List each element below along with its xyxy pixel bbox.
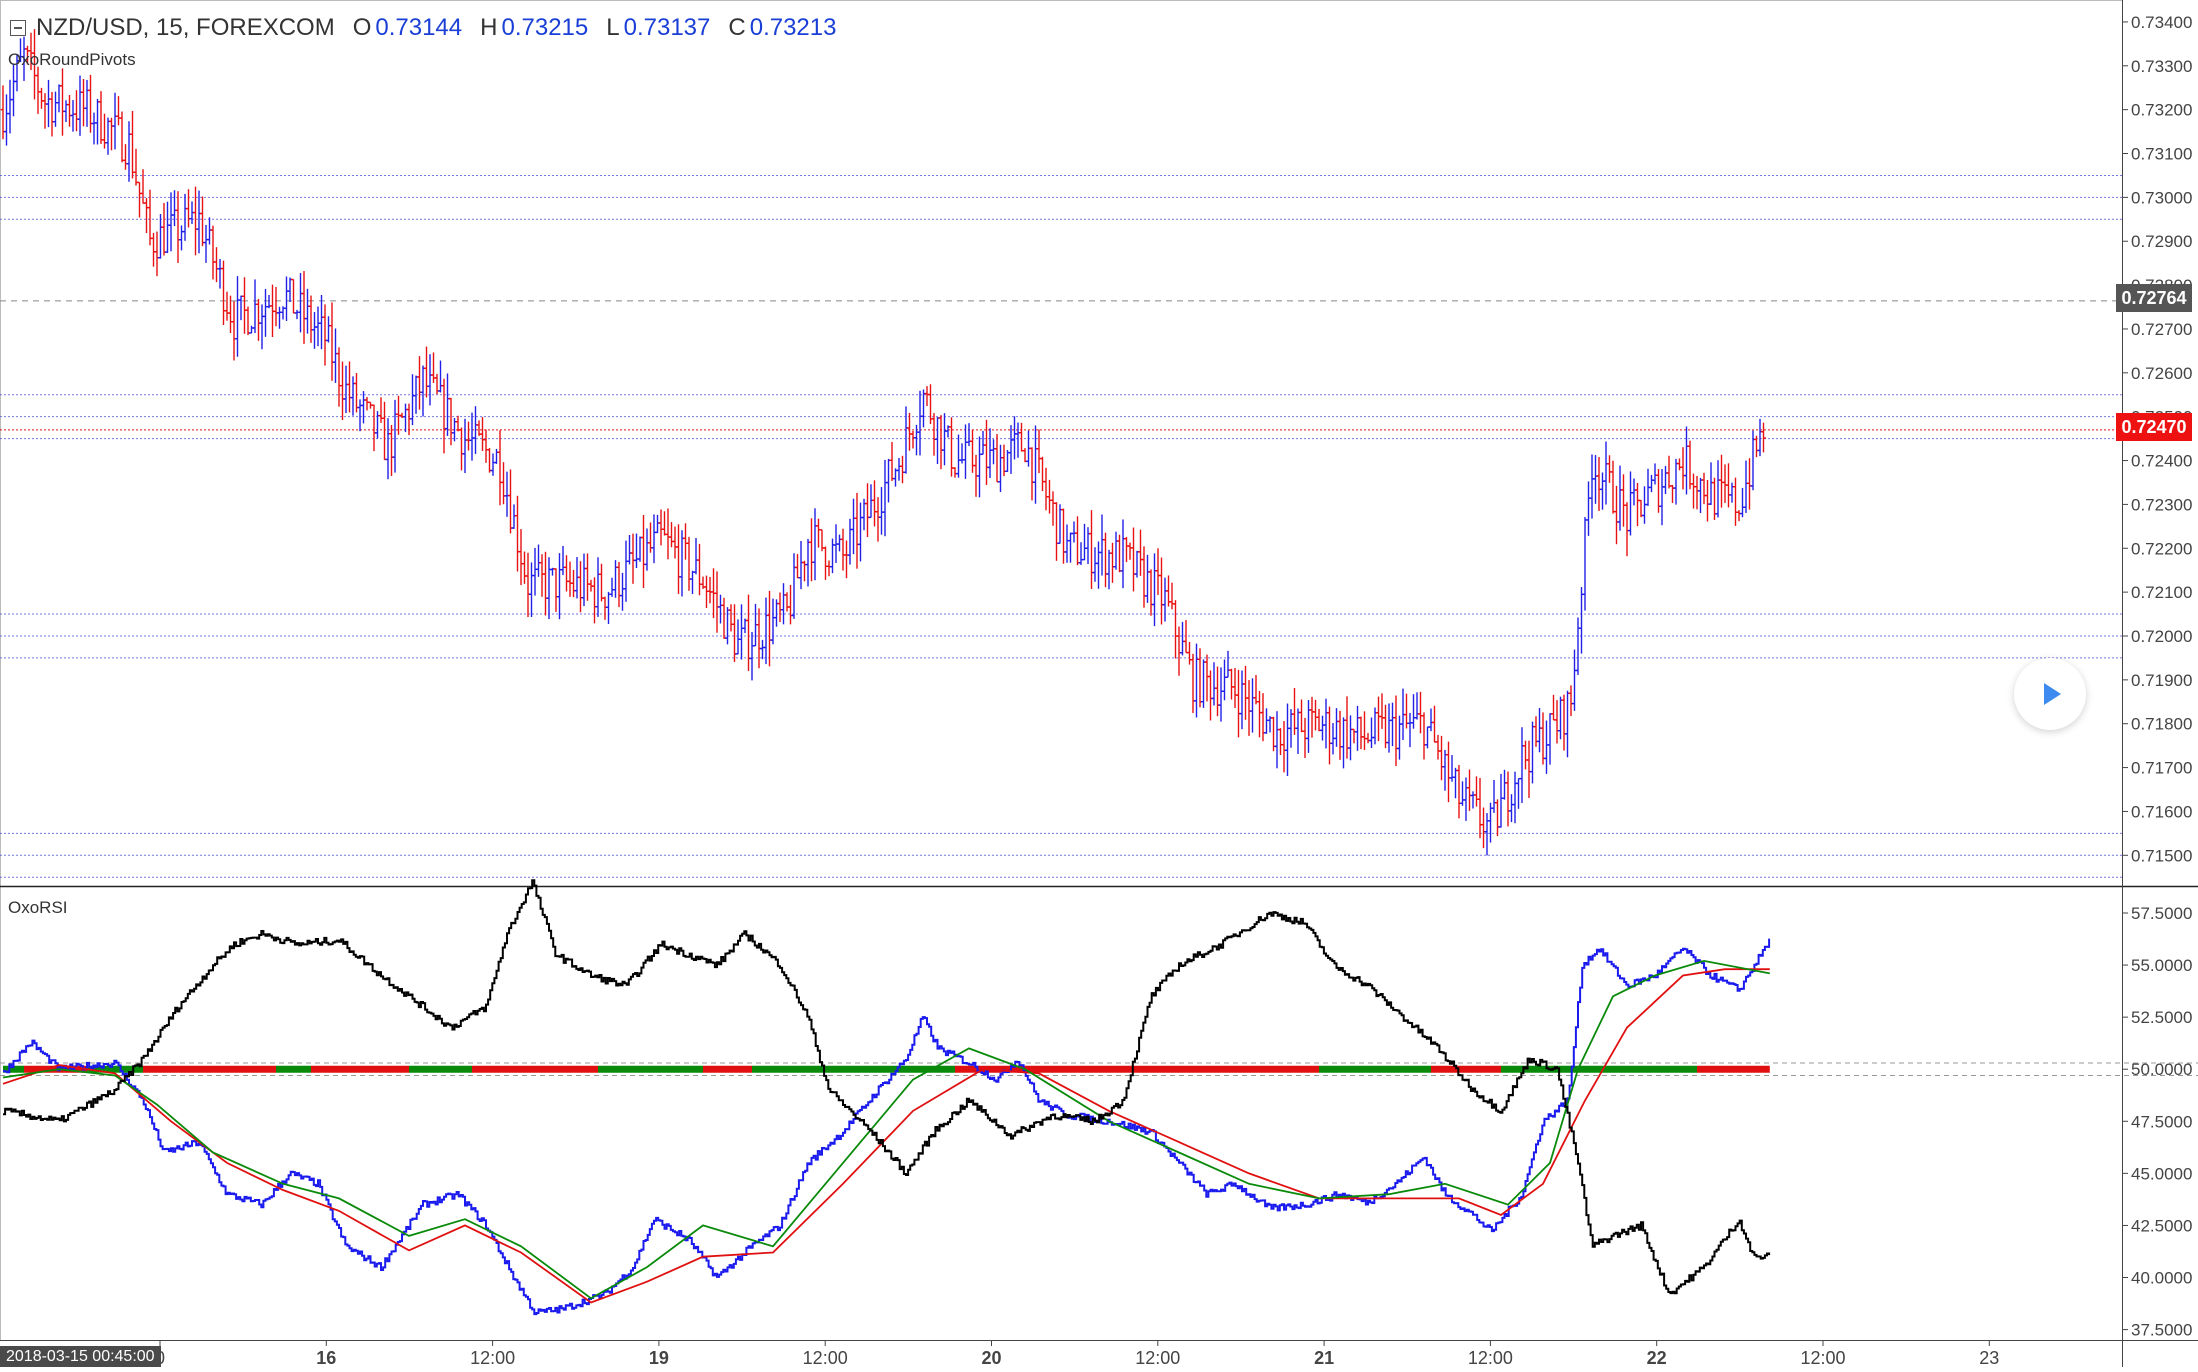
rsi-tick-label: 52.5000 — [2131, 1008, 2192, 1027]
price-tick-label: 0.72600 — [2131, 364, 2192, 383]
price-tick-label: 0.71800 — [2131, 715, 2192, 734]
time-tick-label: 21 — [1314, 1348, 1334, 1367]
price-tick-label: 0.72200 — [2131, 539, 2192, 558]
rsi-tick-label: 55.0000 — [2131, 956, 2192, 975]
time-tick-label: 12:00 — [1135, 1348, 1180, 1367]
rsi-tick-label: 47.5000 — [2131, 1112, 2192, 1131]
current-level-badge: 0.72764 — [2116, 284, 2192, 312]
time-tick-label: 12:00 — [470, 1348, 515, 1367]
price-tick-label: 0.71900 — [2131, 671, 2192, 690]
close-key: C — [728, 14, 746, 41]
time-tick-label: 20 — [981, 1348, 1001, 1367]
price-tick-label: 0.71700 — [2131, 759, 2192, 778]
rsi-series-signal-green — [2, 959, 1770, 1300]
chart-root[interactable]: 0.73400 0.73300 0.73200 0.73100 0.73000 0.729… — [0, 0, 2198, 1368]
play-button[interactable] — [2014, 658, 2086, 730]
price-tick-label: 0.73000 — [2131, 188, 2192, 207]
price-tick-label: 0.73200 — [2131, 101, 2192, 120]
price-tick-label: 0.71600 — [2131, 802, 2192, 821]
time-tick-label: 22 — [1647, 1348, 1667, 1367]
time-tick-label: 12:00 — [1800, 1348, 1845, 1367]
time-tick-label: 16 — [316, 1348, 336, 1367]
price-tick-label: 0.72300 — [2131, 495, 2192, 514]
open-key: O — [352, 14, 372, 41]
rsi-series-rsi — [3, 938, 1771, 1316]
open-value: 0.73144 — [375, 14, 463, 41]
cursor-date-label: 2018-03-15 00:45:00 — [0, 1346, 161, 1367]
play-icon — [2044, 683, 2061, 705]
price-tick-label: 0.73300 — [2131, 57, 2192, 76]
chart-canvas[interactable]: 0.73400 0.73300 0.73200 0.73100 0.73000 0.729… — [0, 0, 2198, 1368]
close-value: 0.73213 — [749, 14, 837, 41]
time-tick-label: 23 — [1979, 1348, 1999, 1367]
rsi-series-signal-red — [2, 968, 1770, 1304]
price-tick-label: 0.72700 — [2131, 320, 2192, 339]
price-tick-label: 0.73400 — [2131, 13, 2192, 32]
low-key: L — [606, 14, 620, 41]
rsi-tick-label: 40.0000 — [2131, 1269, 2192, 1288]
price-tick-label: 0.71500 — [2131, 846, 2192, 865]
symbol-legend: NZD/USD, 15, FOREXCOM O 0.73144 H 0.7321… — [10, 14, 836, 42]
rsi-tick-label: 45.0000 — [2131, 1164, 2192, 1183]
high-key: H — [480, 14, 498, 41]
symbol-name[interactable]: NZD/USD, 15, FOREXCOM — [36, 14, 335, 42]
rsi-series-inverse-black — [3, 879, 1771, 1295]
price-tick-label: 0.72900 — [2131, 232, 2192, 251]
low-value: 0.73137 — [623, 14, 711, 41]
time-tick-label: 12:00 — [1468, 1348, 1513, 1367]
plot-frame — [0, 0, 2123, 1341]
price-tick-label: 0.73100 — [2131, 145, 2192, 164]
high-value: 0.73215 — [501, 14, 589, 41]
rsi-tick-label: 57.5000 — [2131, 904, 2192, 923]
price-tick-label: 0.72100 — [2131, 583, 2192, 602]
rsi-tick-label: 42.5000 — [2131, 1216, 2192, 1235]
last-price-badge: 0.72470 — [2116, 413, 2192, 441]
time-tick-label: 12:00 — [803, 1348, 848, 1367]
price-tick-label: 0.72000 — [2131, 627, 2192, 646]
time-tick-label: 19 — [649, 1348, 669, 1367]
ohlc-bars — [0, 29, 1766, 856]
rsi-tick-label: 37.5000 — [2131, 1321, 2192, 1340]
pivots-indicator-label[interactable]: OxoRoundPivots — [8, 50, 136, 70]
rsi-indicator-label[interactable]: OxoRSI — [8, 898, 68, 918]
price-tick-label: 0.72400 — [2131, 452, 2192, 471]
minus-box-icon[interactable] — [10, 20, 26, 36]
